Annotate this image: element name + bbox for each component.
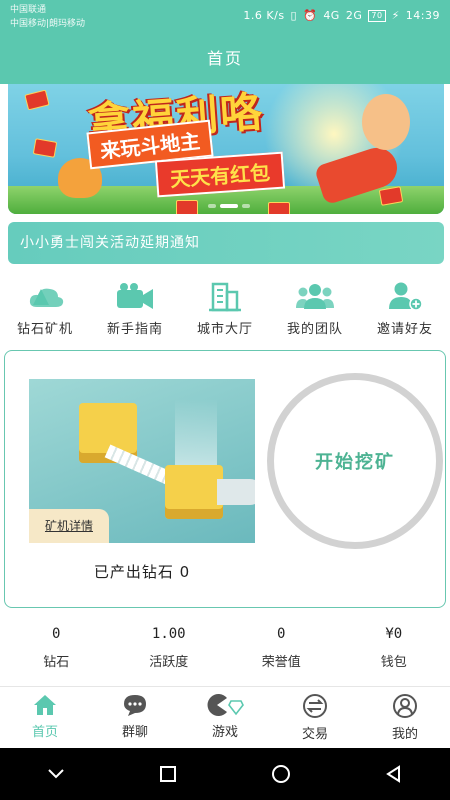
game-icon: [207, 694, 244, 716]
home-icon: [34, 695, 56, 715]
carousel-dot-active[interactable]: [220, 204, 238, 208]
menu-label: 我的团队: [286, 322, 343, 337]
processor-machine: [165, 465, 223, 519]
system-nav-bar: [0, 748, 450, 800]
stat-label: 钱包: [380, 655, 407, 670]
status-bar: 中国联通 中国移动|朗玛移动 1.6 K/s ▯ ⏰ 4G 2G 70 ⚡ 14…: [0, 0, 450, 36]
tab-label: 首页: [31, 725, 58, 740]
stat-value: 1.00: [151, 626, 186, 642]
produced-diamonds: 已产出钻石 0: [29, 561, 255, 582]
back-icon[interactable]: [384, 764, 404, 784]
stat-activity[interactable]: 1.00 活跃度: [113, 626, 226, 678]
tab-mine[interactable]: 我的: [360, 687, 450, 746]
charging-icon: ⚡: [391, 9, 400, 22]
menu-label: 城市大厅: [196, 322, 253, 337]
produced-value: 0: [179, 563, 191, 581]
red-envelope-icon: [268, 202, 290, 214]
menu-item-my-team[interactable]: 我的团队: [270, 280, 360, 342]
video-camera-icon: [115, 280, 155, 312]
tab-home[interactable]: 首页: [0, 687, 90, 746]
menu-item-city-hall[interactable]: 城市大厅: [180, 280, 270, 342]
tab-label: 群聊: [121, 725, 148, 740]
stat-honor[interactable]: 0 荣誉值: [225, 626, 338, 678]
stat-label: 活跃度: [149, 655, 189, 670]
recent-apps-icon[interactable]: [158, 764, 178, 784]
home-circle-icon[interactable]: [270, 763, 292, 785]
promo-banner[interactable]: 拿福利咯 来玩斗地主 天天有红包: [8, 84, 444, 214]
stat-value: 0: [277, 626, 286, 642]
stat-value: ¥0: [385, 626, 403, 642]
cloud-icon: [25, 280, 65, 312]
stat-label: 钻石: [43, 655, 70, 670]
chat-icon: [124, 695, 146, 716]
tab-label: 我的: [391, 727, 418, 742]
red-envelope-icon: [176, 200, 198, 214]
tab-group-chat[interactable]: 群聊: [90, 687, 180, 746]
vibrate-icon: ▯: [290, 9, 298, 22]
start-mining-label: 开始挖矿: [315, 452, 395, 473]
alarm-icon: ⏰: [303, 9, 318, 22]
red-envelope-icon: [32, 138, 58, 158]
signal-2g: 2G: [345, 9, 363, 22]
carousel-dot[interactable]: [208, 204, 216, 208]
red-envelope-icon: [24, 89, 50, 111]
stats-row: 0 钻石 1.00 活跃度 0 荣誉值 ¥0 钱包: [0, 626, 450, 678]
signal-4g: 4G: [323, 9, 340, 22]
exchange-icon: [303, 694, 327, 718]
stat-diamonds[interactable]: 0 钻石: [0, 626, 113, 678]
page-title: 首页: [0, 36, 450, 84]
produced-label: 已产出钻石: [93, 563, 174, 581]
quick-menu: 钻石矿机 新手指南 城市大厅 我的团队 邀请好友: [0, 280, 450, 342]
stat-label: 荣誉值: [261, 655, 301, 670]
start-mining-button[interactable]: 开始挖矿: [267, 373, 443, 549]
carousel-dot[interactable]: [242, 204, 250, 208]
carousel-indicator: [208, 204, 250, 208]
menu-item-diamond-miner[interactable]: 钻石矿机: [0, 280, 90, 342]
tab-label: 交易: [301, 727, 328, 742]
carrier-line-2: 中国移动|朗玛移动: [10, 19, 86, 29]
tab-games[interactable]: 游戏: [180, 687, 270, 746]
chevron-down-icon[interactable]: [46, 767, 66, 781]
stat-value: 0: [52, 626, 61, 642]
miner-detail-label: 矿机详情: [44, 519, 93, 533]
menu-label: 邀请好友: [376, 322, 433, 337]
carrier-line-1: 中国联通: [10, 5, 47, 15]
output-pipe: [217, 479, 255, 505]
battery-icon: 70: [368, 9, 386, 22]
menu-item-invite-friends[interactable]: 邀请好友: [360, 280, 450, 342]
team-icon: [295, 280, 335, 312]
building-icon: [205, 280, 245, 312]
menu-label: 钻石矿机: [16, 322, 73, 337]
miner-illustration[interactable]: 矿机详情: [29, 379, 255, 543]
clock: 14:39: [405, 9, 440, 22]
add-user-icon: [385, 280, 425, 312]
network-speed: 1.6 K/s: [243, 9, 285, 22]
profile-icon: [393, 694, 417, 718]
tab-label: 游戏: [211, 725, 238, 740]
notice-bar[interactable]: 小小勇士闯关活动延期通知: [8, 222, 444, 264]
miner-detail-button[interactable]: 矿机详情: [29, 509, 109, 543]
carrier-info: 中国联通 中国移动|朗玛移动: [10, 3, 85, 31]
mining-card: 矿机详情 已产出钻石 0 开始挖矿: [4, 350, 446, 608]
stat-wallet[interactable]: ¥0 钱包: [338, 626, 450, 678]
bottom-tab-bar: 首页 群聊 游戏 交易 我的: [0, 686, 450, 746]
tab-trade[interactable]: 交易: [270, 687, 360, 746]
status-right: 1.6 K/s ▯ ⏰ 4G 2G 70 ⚡ 14:39: [243, 9, 440, 22]
boy-mascot: [362, 94, 410, 150]
menu-item-beginner-guide[interactable]: 新手指南: [90, 280, 180, 342]
light-beam: [175, 399, 217, 469]
menu-label: 新手指南: [106, 322, 163, 337]
